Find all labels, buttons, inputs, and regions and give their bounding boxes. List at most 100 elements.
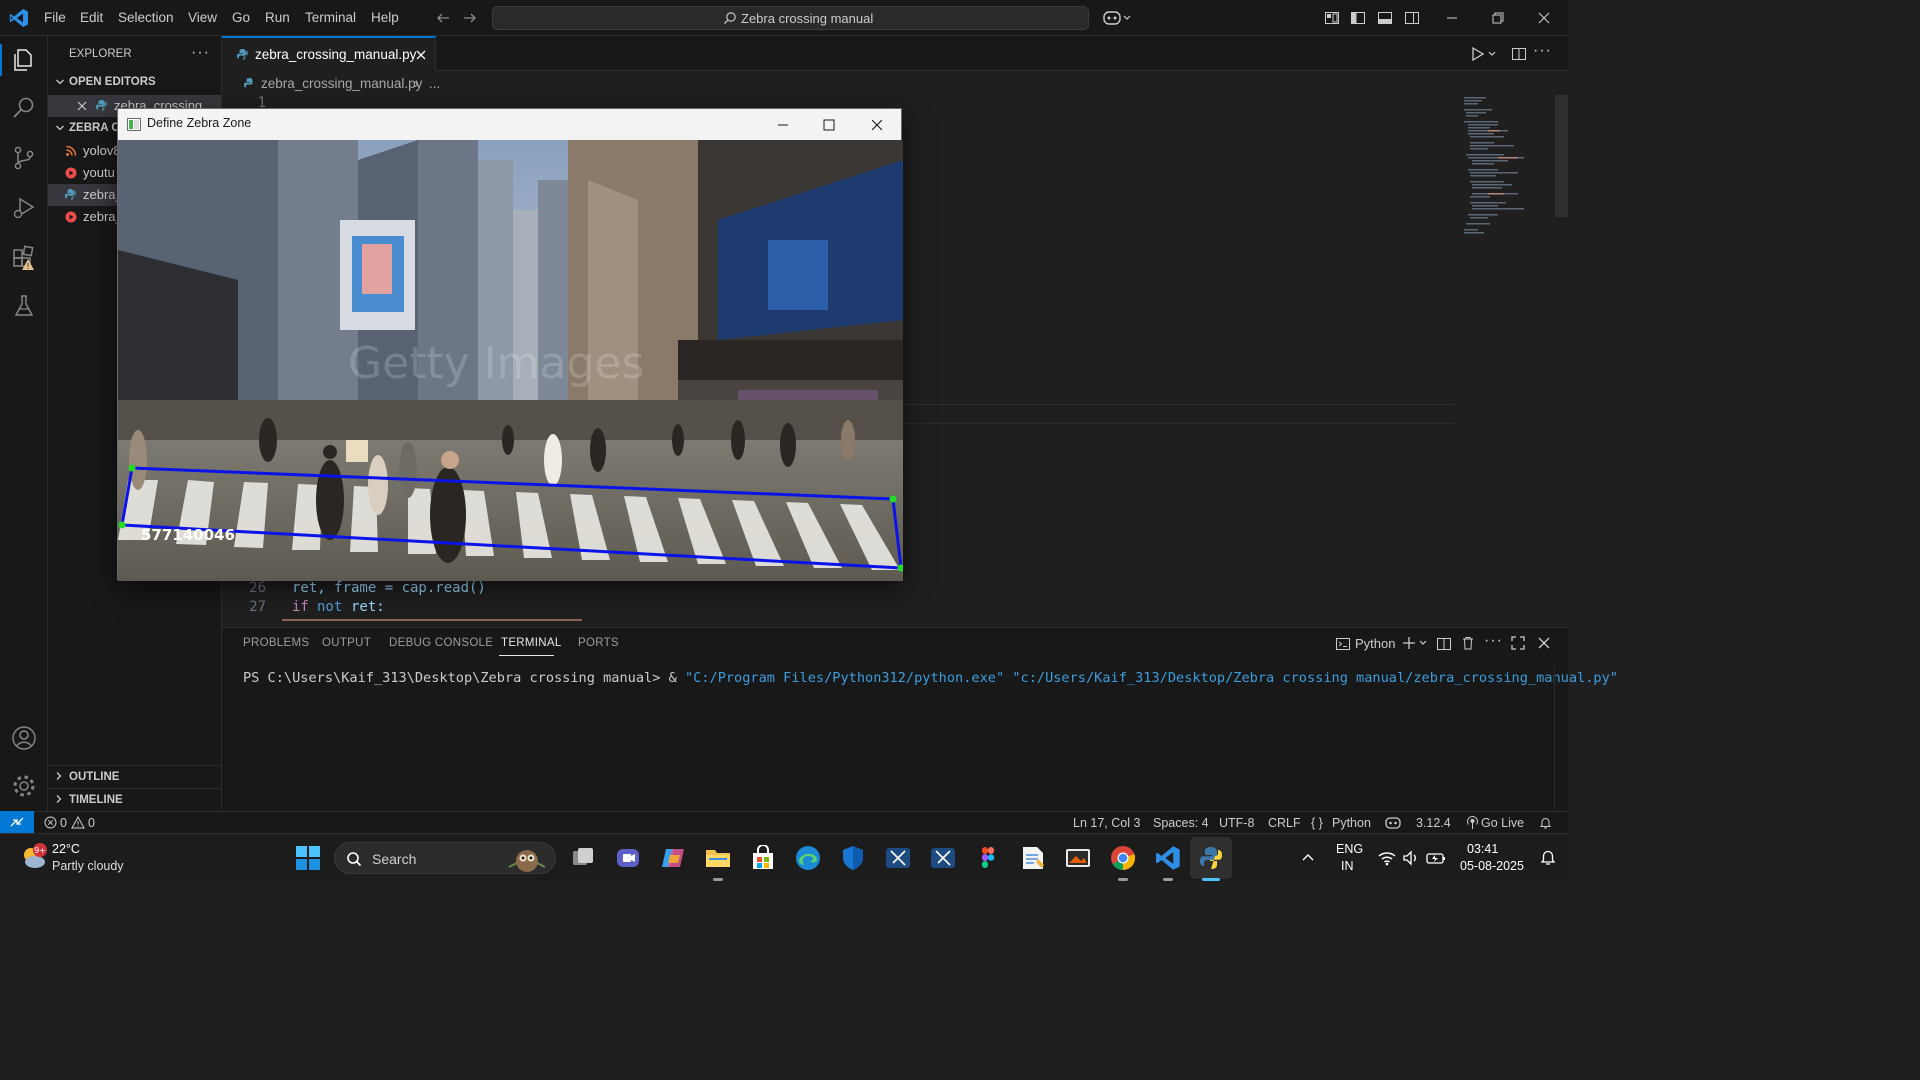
go-live-button[interactable]: Go Live	[1481, 816, 1524, 830]
close-panel-icon[interactable]	[1537, 636, 1551, 650]
split-editor-icon[interactable]	[1511, 46, 1527, 62]
notification-center-icon[interactable]	[1540, 849, 1556, 867]
command-center-search[interactable]: Zebra crossing manual	[492, 6, 1089, 30]
snipping-tool-icon[interactable]	[930, 845, 956, 871]
editor-more-actions-icon[interactable]: ···	[1533, 42, 1552, 60]
tab-terminal[interactable]: TERMINAL	[501, 637, 562, 649]
windows-start-icon[interactable]	[295, 845, 321, 871]
run-python-file-icon[interactable]	[1470, 46, 1496, 62]
chevron-up-icon[interactable]	[1300, 850, 1316, 866]
toggle-secondary-sidebar-icon[interactable]	[1404, 10, 1420, 26]
terminal-shell-label[interactable]: Python	[1355, 636, 1395, 651]
toggle-sidebar-icon[interactable]	[1350, 10, 1366, 26]
menu-selection[interactable]: Selection	[118, 10, 174, 25]
split-terminal-icon[interactable]	[1436, 636, 1452, 652]
terminal-output[interactable]: PS C:\Users\Kaif_313\Desktop\Zebra cross…	[243, 670, 1618, 686]
menu-go[interactable]: Go	[232, 10, 250, 25]
trash-icon[interactable]	[1460, 635, 1476, 651]
menu-help[interactable]: Help	[371, 10, 399, 25]
menu-terminal[interactable]: Terminal	[305, 10, 356, 25]
remote-indicator[interactable]	[0, 811, 34, 833]
editor-scrollbar-thumb[interactable]	[1555, 95, 1568, 217]
volume-icon[interactable]	[1402, 850, 1420, 866]
cv-maximize-icon[interactable]	[821, 117, 837, 133]
language-bottom[interactable]: IN	[1341, 859, 1354, 873]
cv-close-icon[interactable]	[869, 117, 885, 133]
taskbar-search-box[interactable]: Search	[334, 842, 556, 874]
maximize-panel-icon[interactable]	[1510, 635, 1526, 651]
account-icon[interactable]	[10, 724, 38, 752]
toggle-panel-icon[interactable]	[1377, 10, 1393, 26]
clock-time[interactable]: 03:41	[1467, 842, 1498, 856]
search-icon[interactable]	[10, 94, 38, 122]
defender-shield-icon[interactable]	[840, 845, 866, 871]
edge-browser-icon[interactable]	[795, 845, 821, 871]
cv-minimize-icon[interactable]	[775, 117, 791, 133]
close-icon[interactable]	[415, 49, 427, 61]
copilot-app-icon[interactable]	[660, 845, 686, 871]
weather-desc[interactable]: Partly cloudy	[52, 859, 124, 873]
panel-more-actions-icon[interactable]: ···	[1484, 632, 1503, 650]
tab-output[interactable]: OUTPUT	[322, 637, 371, 649]
encoding[interactable]: UTF-8	[1219, 816, 1254, 830]
python-version[interactable]: 3.12.4	[1416, 816, 1451, 830]
python-app-icon[interactable]	[1198, 845, 1224, 871]
clock-date[interactable]: 05-08-2025	[1460, 859, 1524, 873]
menu-run[interactable]: Run	[265, 10, 290, 25]
chevron-right-icon[interactable]	[54, 771, 64, 781]
chevron-down-icon[interactable]	[55, 123, 65, 133]
breadcrumb-more[interactable]: ...	[429, 76, 440, 91]
error-count[interactable]: 0	[60, 816, 67, 830]
notepad-icon[interactable]	[1020, 845, 1046, 871]
battery-charging-icon[interactable]	[1426, 850, 1446, 866]
language-top[interactable]: ENG	[1336, 842, 1363, 856]
extensions-icon[interactable]: !	[10, 244, 38, 272]
indentation[interactable]: Spaces: 4	[1153, 816, 1209, 830]
copilot-icon[interactable]	[1385, 815, 1401, 830]
explorer-files-icon[interactable]	[10, 46, 38, 74]
settings-gear-icon[interactable]	[10, 772, 38, 800]
cursor-position[interactable]: Ln 17, Col 3	[1073, 816, 1140, 830]
breadcrumb-file[interactable]: zebra_crossing_manual.py	[261, 76, 422, 91]
menu-view[interactable]: View	[188, 10, 217, 25]
more-actions-icon[interactable]: ···	[191, 44, 210, 62]
file-explorer-icon[interactable]	[705, 845, 731, 871]
new-terminal-icon[interactable]	[1402, 635, 1432, 651]
teams-chat-icon[interactable]	[615, 845, 641, 871]
source-control-icon[interactable]	[10, 144, 38, 172]
error-icon[interactable]	[44, 816, 57, 829]
tab-debug-console[interactable]: DEBUG CONSOLE	[389, 637, 493, 649]
menu-file[interactable]: File	[44, 10, 66, 25]
tab-ports[interactable]: PORTS	[578, 637, 619, 649]
forward-arrow-icon[interactable]	[462, 10, 478, 26]
window-minimize-icon[interactable]	[1444, 10, 1460, 26]
timeline-header[interactable]: TIMELINE	[69, 794, 123, 806]
weather-icon[interactable]: 9+	[18, 842, 48, 872]
run-debug-icon[interactable]	[10, 194, 38, 222]
outline-header[interactable]: OUTLINE	[69, 771, 119, 783]
chrome-browser-icon[interactable]	[1110, 845, 1136, 871]
window-close-icon[interactable]	[1536, 10, 1552, 26]
weather-temp[interactable]: 22°C	[52, 842, 80, 856]
photos-app-icon[interactable]	[1065, 845, 1091, 871]
figma-icon[interactable]	[975, 845, 1001, 871]
task-view-icon[interactable]	[570, 845, 596, 871]
notifications-bell-icon[interactable]	[1539, 816, 1552, 830]
minimap[interactable]	[1458, 95, 1554, 245]
line-ending[interactable]: CRLF	[1268, 816, 1301, 830]
terminal-scrollbar[interactable]	[1554, 668, 1568, 812]
warning-count[interactable]: 0	[88, 816, 95, 830]
microsoft-store-icon[interactable]	[750, 845, 776, 871]
close-icon[interactable]	[76, 100, 88, 112]
menu-edit[interactable]: Edit	[80, 10, 103, 25]
testing-flask-icon[interactable]	[10, 292, 38, 320]
video-frame[interactable]: Getty Images 577140046	[118, 140, 903, 581]
copilot-icon[interactable]	[1102, 9, 1134, 27]
customize-layout-icon[interactable]	[1324, 10, 1340, 26]
chevron-right-icon[interactable]	[54, 794, 64, 804]
language-mode[interactable]: Python	[1332, 816, 1371, 830]
open-editors-header[interactable]: OPEN EDITORS	[69, 76, 156, 88]
define-zebra-zone-window[interactable]: Define Zebra Zone Getty Images 577140046	[117, 108, 903, 581]
tab-zebra-crossing-manual[interactable]: zebra_crossing_manual.py	[222, 36, 436, 72]
back-arrow-icon[interactable]	[435, 10, 451, 26]
